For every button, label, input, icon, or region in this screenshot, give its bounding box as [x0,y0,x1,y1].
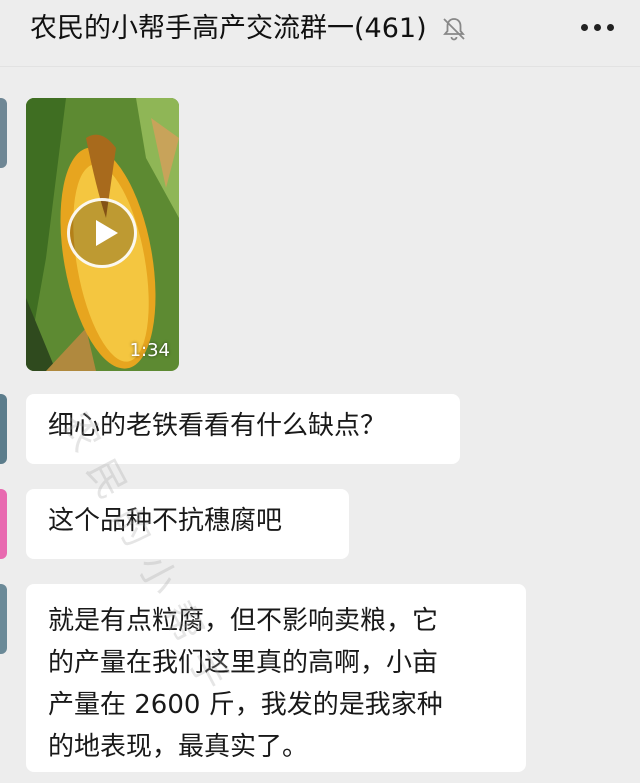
video-duration: 1:34 [129,340,170,361]
chat-title[interactable]: 农民的小帮手高产交流群一 (461) [30,12,467,46]
video-message[interactable]: 1:34 [26,98,179,371]
avatar[interactable] [0,394,7,464]
avatar[interactable] [0,489,7,559]
message-line: 就是有点粒腐，但不影响卖粮，它 [48,606,439,636]
more-dot [607,24,614,31]
message-line: 的产量在我们这里真的高啊，小亩 [48,648,439,678]
more-dot [594,24,601,31]
bell-muted-icon [442,18,465,41]
message-bubble[interactable]: 就是有点粒腐，但不影响卖粮，它 的产量在我们这里真的高啊，小亩 产量在 2600… [26,584,526,772]
avatar[interactable] [0,98,7,168]
message-bubble[interactable]: 这个品种不抗穗腐吧 [26,489,349,559]
message-bubble[interactable]: 细心的老铁看看有什么缺点？ [26,394,460,464]
message-line: 的地表现，最真实了。 [48,732,309,762]
member-count: (461) [354,13,427,44]
more-options-button[interactable] [577,20,618,35]
play-icon[interactable] [67,198,137,268]
more-dot [581,24,588,31]
group-name: 农民的小帮手高产交流群一 [30,13,354,44]
chat-header: 农民的小帮手高产交流群一 (461) [0,0,640,67]
avatar[interactable] [0,584,7,654]
message-line: 产量在 2600 斤，我发的是我家种 [48,690,443,720]
